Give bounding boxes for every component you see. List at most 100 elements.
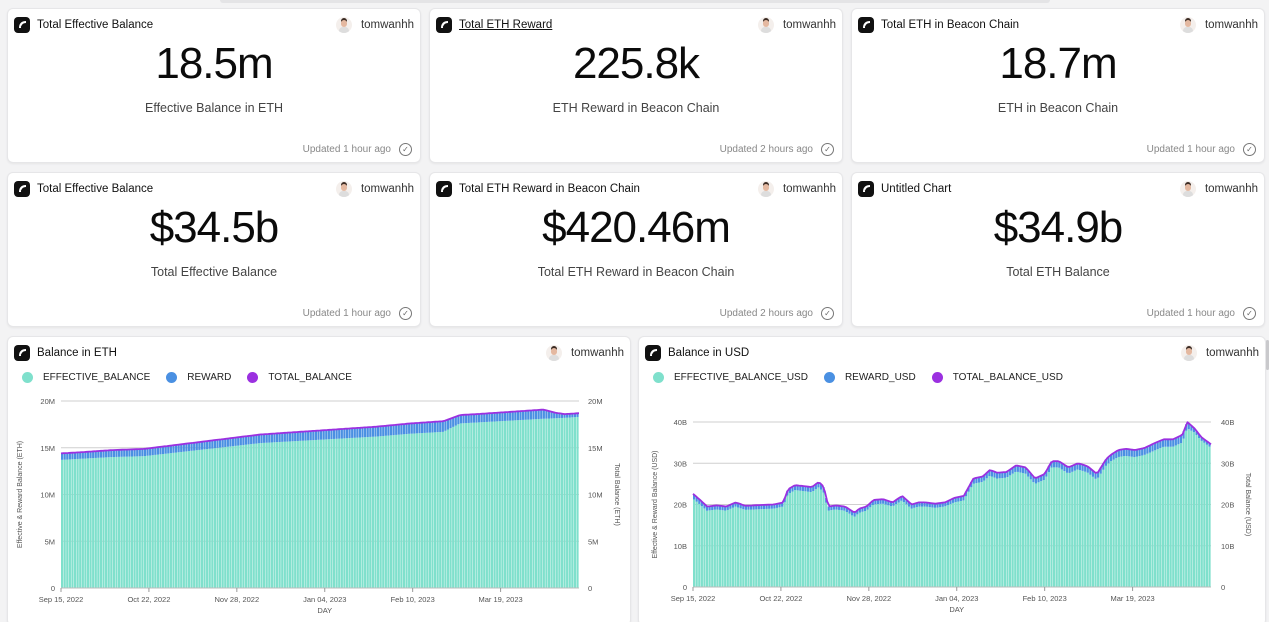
updated-text: Updated 2 hours ago bbox=[719, 144, 813, 155]
check-circle-icon[interactable]: ✓ bbox=[821, 143, 834, 156]
owner[interactable]: tomwanhh bbox=[1179, 17, 1258, 33]
bar-reward bbox=[428, 422, 431, 433]
bar-effective-balance bbox=[1024, 473, 1027, 587]
bar-effective-balance bbox=[553, 418, 556, 588]
check-circle-icon[interactable]: ✓ bbox=[1243, 143, 1256, 156]
bar-reward bbox=[294, 432, 297, 442]
bar-effective-balance bbox=[493, 421, 496, 588]
bar-effective-balance bbox=[558, 418, 561, 588]
bar-effective-balance bbox=[1198, 438, 1201, 587]
bar-effective-balance bbox=[351, 437, 354, 588]
bar-effective-balance bbox=[376, 436, 380, 588]
bar-effective-balance bbox=[231, 446, 235, 588]
bar-effective-balance bbox=[200, 449, 204, 588]
owner[interactable]: tomwanhh bbox=[757, 181, 836, 197]
avatar bbox=[1179, 181, 1196, 197]
bar-effective-balance bbox=[392, 435, 395, 588]
bar-effective-balance bbox=[446, 429, 450, 588]
bar-effective-balance bbox=[1099, 473, 1102, 587]
bar-effective-balance bbox=[1177, 444, 1180, 587]
card-header: Total ETH Reward tomwanhh bbox=[436, 16, 836, 34]
bar-effective-balance bbox=[939, 507, 942, 587]
bar-reward bbox=[182, 443, 185, 452]
bar-reward bbox=[402, 424, 406, 435]
bar-reward bbox=[446, 419, 450, 430]
owner[interactable]: tomwanhh bbox=[1179, 181, 1258, 197]
bar-effective-balance bbox=[182, 451, 185, 588]
y-tick-label: 20M bbox=[40, 397, 55, 406]
bar-reward bbox=[477, 413, 481, 423]
bar-effective-balance bbox=[1125, 456, 1128, 587]
bar-reward bbox=[332, 429, 336, 439]
check-circle-icon[interactable]: ✓ bbox=[399, 143, 412, 156]
owner[interactable]: tomwanhh bbox=[757, 17, 836, 33]
bar-reward bbox=[314, 430, 318, 440]
bar-effective-balance bbox=[866, 509, 869, 587]
bar-effective-balance bbox=[786, 495, 789, 587]
card-title[interactable]: Total ETH Reward in Beacon Chain bbox=[459, 183, 640, 195]
card-title[interactable]: Total Effective Balance bbox=[37, 19, 153, 31]
bar-reward bbox=[128, 449, 131, 457]
bar-reward bbox=[275, 433, 279, 443]
bar-effective-balance bbox=[975, 483, 978, 587]
flipside-logo-icon bbox=[858, 181, 874, 197]
bar-effective-balance bbox=[796, 490, 799, 587]
bar-effective-balance bbox=[402, 434, 406, 588]
check-circle-icon[interactable]: ✓ bbox=[1243, 307, 1256, 320]
bar-effective-balance bbox=[68, 459, 71, 588]
bar-reward bbox=[501, 412, 504, 422]
balance-eth-chart[interactable]: 0 0 5M 5M 10M 10M 15M 15M 20M 20M Sep 15, 2022 Oct … bbox=[8, 337, 631, 622]
bar-effective-balance bbox=[576, 416, 579, 588]
bar-effective-balance bbox=[1076, 469, 1079, 587]
check-circle-icon[interactable]: ✓ bbox=[821, 307, 834, 320]
y2-axis-label: Total Balance (USD) bbox=[1244, 473, 1251, 536]
bar-reward bbox=[356, 427, 359, 438]
bar-effective-balance bbox=[125, 456, 128, 588]
bar-reward bbox=[167, 445, 170, 454]
bar-reward bbox=[516, 411, 520, 421]
bar-effective-balance bbox=[920, 506, 924, 587]
card-title[interactable]: Total Effective Balance bbox=[37, 183, 153, 195]
bar-effective-balance bbox=[172, 452, 175, 588]
card-title[interactable]: Total ETH Reward bbox=[459, 19, 552, 31]
owner[interactable]: tomwanhh bbox=[335, 17, 414, 33]
bar-effective-balance bbox=[444, 430, 447, 588]
bar-effective-balance bbox=[794, 490, 797, 587]
bar-effective-balance bbox=[1148, 452, 1152, 587]
bar-effective-balance bbox=[1205, 444, 1209, 587]
bar-reward bbox=[1130, 449, 1133, 457]
bar-reward bbox=[218, 439, 222, 448]
bar-reward bbox=[138, 449, 141, 457]
bar-effective-balance bbox=[244, 444, 248, 588]
bar-reward bbox=[449, 418, 452, 429]
card-title[interactable]: Untitled Chart bbox=[881, 183, 951, 195]
bar-effective-balance bbox=[283, 441, 286, 588]
bar-effective-balance bbox=[286, 441, 289, 588]
bar-effective-balance bbox=[465, 423, 468, 588]
bar-effective-balance bbox=[819, 489, 823, 587]
bar-reward bbox=[252, 435, 255, 444]
bar-effective-balance bbox=[503, 420, 507, 588]
bar-reward bbox=[395, 424, 398, 435]
bar-reward bbox=[71, 452, 74, 460]
bar-effective-balance bbox=[405, 434, 408, 588]
card-title[interactable]: Total ETH in Beacon Chain bbox=[881, 19, 1019, 31]
bar-reward bbox=[198, 442, 201, 450]
check-circle-icon[interactable]: ✓ bbox=[399, 307, 412, 320]
bar-reward bbox=[177, 444, 180, 453]
bar-effective-balance bbox=[480, 422, 483, 588]
bar-effective-balance bbox=[1008, 475, 1012, 587]
counter-card: Total ETH Reward in Beacon Chain tomwanh… bbox=[429, 172, 843, 327]
bar-effective-balance bbox=[726, 509, 729, 587]
bar-effective-balance bbox=[138, 456, 141, 588]
bar-effective-balance bbox=[61, 459, 64, 588]
bar-reward bbox=[392, 425, 395, 436]
bar-effective-balance bbox=[563, 417, 566, 588]
owner[interactable]: tomwanhh bbox=[335, 181, 414, 197]
balance-usd-chart[interactable]: 0 0 10B 10B 20B 20B 30B 30B 40B 40B Sep 15, 2022 Oc… bbox=[639, 337, 1266, 622]
bar-effective-balance bbox=[1027, 476, 1030, 587]
bar-reward bbox=[1128, 449, 1131, 457]
bar-effective-balance bbox=[516, 420, 520, 588]
bar-effective-balance bbox=[1097, 477, 1100, 587]
bar-effective-balance bbox=[1065, 472, 1069, 587]
